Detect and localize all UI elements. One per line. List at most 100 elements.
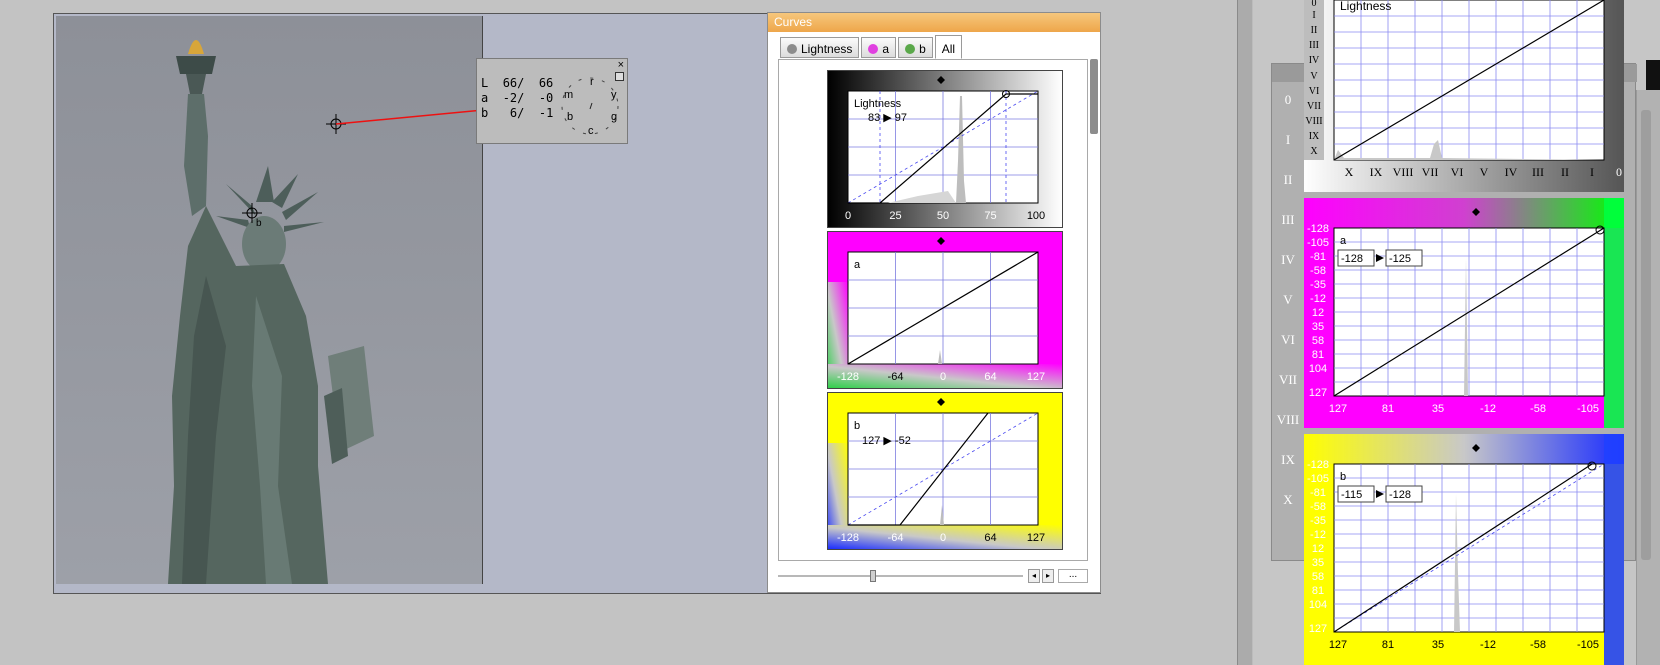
svg-text:-35: -35	[1310, 279, 1326, 291]
window-separator	[1237, 0, 1253, 665]
color-readout-panel[interactable]: × L 66/ 66 a -2/ -0 b 6/ -1 m r y b c g	[476, 58, 628, 144]
slider-thumb[interactable]	[870, 570, 876, 582]
svg-text:VII: VII	[1422, 165, 1439, 179]
svg-text:0: 0	[940, 532, 946, 544]
svg-text:VI: VI	[1309, 86, 1320, 97]
svg-text:X: X	[1345, 165, 1354, 179]
svg-text:-12: -12	[1480, 403, 1496, 415]
svg-text:127: 127	[1309, 387, 1327, 399]
statue-photo[interactable]: b	[56, 16, 483, 584]
svg-text:II: II	[1311, 25, 1318, 36]
svg-text:b: b	[1340, 471, 1346, 483]
close-icon[interactable]: ×	[618, 60, 624, 71]
vertical-scrollbar[interactable]	[1090, 59, 1098, 134]
svg-text:-105: -105	[1577, 639, 1599, 651]
svg-text:VI: VI	[1451, 165, 1464, 179]
svg-text:83 ▶ 97: 83 ▶ 97	[868, 112, 907, 124]
svg-text:35: 35	[1312, 557, 1324, 569]
zone-a-curve[interactable]: a -128 -125 -128 -105 -81 -58 -35 -12 12…	[1304, 198, 1624, 428]
svg-text:-128: -128	[1341, 253, 1363, 265]
svg-text:-58: -58	[1530, 639, 1546, 651]
svg-text:Lightness: Lightness	[1340, 0, 1391, 13]
svg-text:35: 35	[1432, 639, 1444, 651]
tab-b[interactable]: b	[898, 37, 933, 58]
svg-text:-58: -58	[1310, 265, 1326, 277]
lightness-curve[interactable]: Lightness 83 ▶ 97 0 25 50 75 100	[827, 70, 1063, 228]
curves-panel[interactable]: Curves Lightness a b All Lightness 83 ▶ …	[767, 12, 1101, 593]
svg-text:12: 12	[1312, 307, 1324, 319]
svg-text:-105: -105	[1577, 403, 1599, 415]
zone-lightness-curve[interactable]: Lightness 0 I II III IV V VI VII VIII IX…	[1304, 0, 1624, 192]
channel-tabs: Lightness a b All	[780, 35, 963, 59]
svg-text:127: 127	[1027, 532, 1045, 544]
svg-text:-128: -128	[837, 532, 859, 544]
svg-text:-12: -12	[1310, 293, 1326, 305]
svg-text:0: 0	[845, 210, 851, 222]
svg-text:35: 35	[1312, 321, 1324, 333]
tab-a[interactable]: a	[861, 37, 897, 58]
readout-row-b: b 6/ -1	[481, 106, 554, 120]
svg-text:-128: -128	[837, 371, 859, 383]
readout-values: L 66/ 66 a -2/ -0 b 6/ -1	[481, 76, 553, 121]
svg-text:b: b	[567, 111, 573, 123]
svg-text:-35: -35	[1310, 515, 1326, 527]
a-curve[interactable]: a -128 -64 0 64 127	[827, 231, 1063, 389]
svg-text:58: 58	[1312, 335, 1324, 347]
zone-b-curve[interactable]: b -115 -128 -128 -105 -81 -58 -35 -12 12…	[1304, 434, 1624, 665]
svg-text:0: 0	[940, 371, 946, 383]
b-curve[interactable]: b 127 ▶ -52 -128 -64 0 64 127	[827, 392, 1063, 550]
svg-text:64: 64	[984, 532, 996, 544]
svg-text:-125: -125	[1389, 253, 1411, 265]
a-channel-icon	[868, 44, 879, 54]
svg-text:104: 104	[1309, 599, 1327, 611]
svg-text:0: 0	[1616, 165, 1622, 179]
svg-text:VIII: VIII	[1305, 116, 1322, 127]
svg-text:Lightness: Lightness	[854, 98, 902, 110]
svg-text:25: 25	[889, 210, 901, 222]
svg-text:IV: IV	[1505, 165, 1518, 179]
svg-text:IX: IX	[1309, 131, 1320, 142]
svg-text:I: I	[1312, 10, 1315, 21]
svg-text:r: r	[590, 76, 594, 88]
svg-text:127: 127	[1329, 403, 1347, 415]
svg-text:127: 127	[1027, 371, 1045, 383]
right-scrollbar[interactable]	[1641, 110, 1651, 560]
svg-text:127: 127	[1329, 639, 1347, 651]
svg-text:-58: -58	[1530, 403, 1546, 415]
svg-text:50: 50	[937, 210, 949, 222]
svg-text:-64: -64	[888, 371, 904, 383]
svg-text:II: II	[1561, 165, 1569, 179]
curves-scroll-area[interactable]: Lightness 83 ▶ 97 0 25 50 75 100 a -128 …	[778, 59, 1088, 561]
svg-text:75: 75	[984, 210, 996, 222]
scroll-right-button[interactable]: ▸	[1042, 569, 1054, 583]
zoom-slider[interactable]	[778, 569, 1023, 583]
svg-text:-105: -105	[1307, 473, 1329, 485]
svg-text:-128: -128	[1307, 459, 1329, 471]
svg-text:-58: -58	[1310, 501, 1326, 513]
svg-text:-128: -128	[1307, 223, 1329, 235]
svg-text:y: y	[611, 89, 617, 101]
svg-text:g: g	[611, 111, 617, 123]
svg-text:127: 127	[1309, 623, 1327, 635]
tab-all[interactable]: All	[934, 35, 963, 59]
svg-text:81: 81	[1382, 403, 1394, 415]
svg-text:104: 104	[1309, 363, 1327, 375]
svg-text:VII: VII	[1307, 101, 1321, 112]
slider-track	[778, 575, 1023, 577]
svg-text:58: 58	[1312, 571, 1324, 583]
svg-text:IX: IX	[1370, 165, 1383, 179]
svg-text:V: V	[1480, 165, 1489, 179]
svg-text:127 ▶ -52: 127 ▶ -52	[862, 435, 911, 447]
svg-text:I: I	[1590, 165, 1594, 179]
svg-text:-81: -81	[1310, 251, 1326, 263]
more-button[interactable]: ...	[1058, 569, 1088, 583]
lightness-channel-icon	[787, 44, 797, 54]
svg-text:-64: -64	[888, 532, 904, 544]
tab-lightness[interactable]: Lightness	[780, 37, 860, 58]
readout-row-l: L 66/ 66	[481, 76, 554, 90]
svg-text:35: 35	[1432, 403, 1444, 415]
svg-text:a: a	[854, 259, 861, 271]
svg-text:-128: -128	[1389, 489, 1411, 501]
curves-title: Curves	[768, 13, 1100, 32]
scroll-left-button[interactable]: ◂	[1028, 569, 1040, 583]
